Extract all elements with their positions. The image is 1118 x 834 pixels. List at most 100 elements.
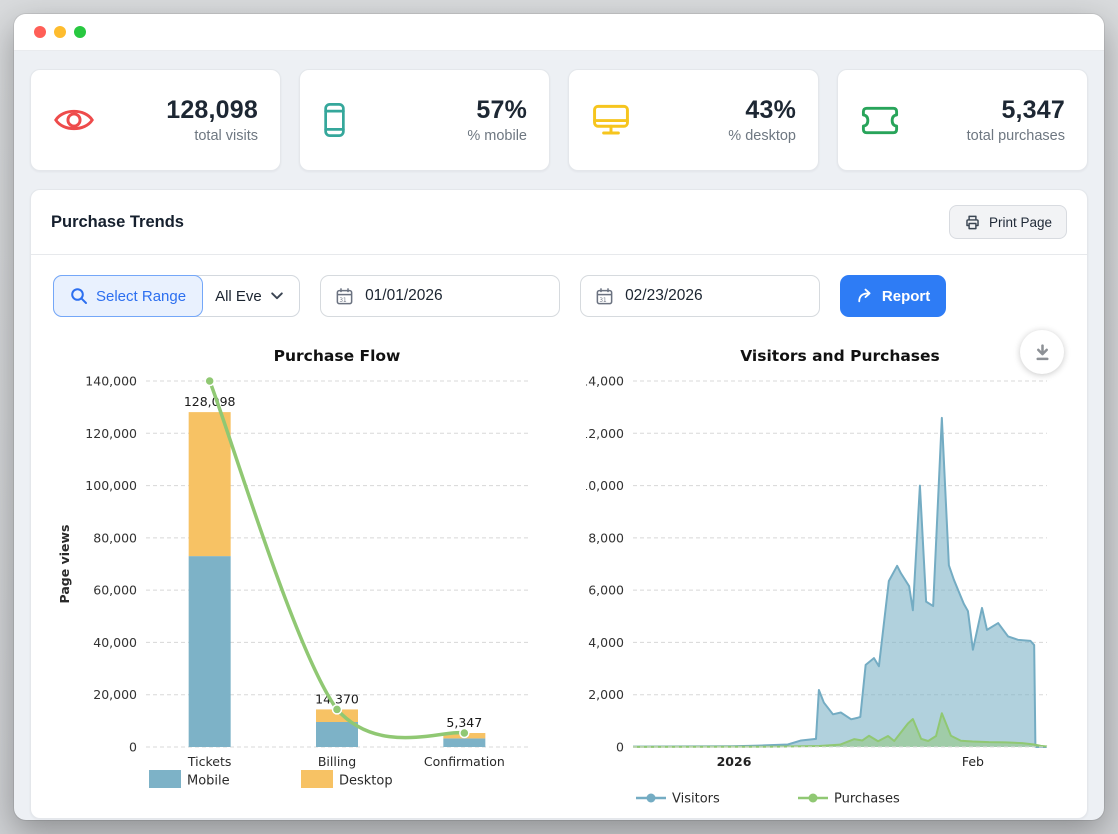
trends-header: Purchase Trends Print Page: [31, 190, 1087, 254]
purchase-flow-chart-container: Purchase FlowPage views020,00040,00060,0…: [49, 333, 564, 813]
flow-y-tick-label: 60,000: [93, 583, 137, 598]
bar-mobile-billing: [316, 722, 358, 747]
legend-item-desktop[interactable]: Desktop: [301, 770, 393, 789]
stat-value: 128,098: [166, 96, 258, 125]
vp-y-tick-label: 6,000: [588, 583, 624, 598]
ticket-icon: [860, 105, 904, 136]
x-tick-label: 2026: [717, 754, 752, 769]
close-window-button[interactable]: [34, 26, 46, 38]
stat-label: total visits: [166, 128, 258, 144]
legend-swatch: [149, 770, 181, 788]
bar-desktop-tickets: [189, 412, 231, 556]
x-category-label: Billing: [318, 754, 356, 769]
stat-card-total-purchases: 5,347 total purchases: [837, 69, 1088, 171]
stat-value: 43%: [728, 96, 796, 125]
legend-swatch: [301, 770, 333, 788]
mobile-phone-icon: [322, 102, 366, 138]
eye-icon: [53, 103, 97, 137]
stat-card-percent-desktop: 43% % desktop: [568, 69, 819, 171]
legend-item-mobile[interactable]: Mobile: [149, 770, 230, 789]
stat-text: 128,098 total visits: [166, 96, 258, 144]
vp-y-tick-label: 14,000: [586, 374, 624, 389]
purchase-trends-card: Purchase Trends Print Page: [30, 189, 1088, 819]
stat-label: total purchases: [967, 128, 1065, 144]
stat-text: 5,347 total purchases: [967, 96, 1065, 144]
print-page-button[interactable]: Print Page: [949, 205, 1067, 239]
vp-y-tick-label: 10,000: [586, 478, 624, 493]
x-category-label: Tickets: [187, 754, 232, 769]
calendar-icon: 31: [335, 287, 354, 306]
minimize-window-button[interactable]: [54, 26, 66, 38]
bar-mobile-confirmation: [443, 738, 485, 747]
section-title: Purchase Trends: [51, 213, 184, 232]
legend-label: Mobile: [187, 774, 230, 789]
x-category-label: Confirmation: [424, 754, 505, 769]
visitors-area: [633, 418, 1047, 747]
stat-text: 57% % mobile: [467, 96, 527, 144]
flow-y-tick-label: 20,000: [93, 687, 137, 702]
legend-item-purchases[interactable]: Purchases: [798, 792, 900, 807]
select-range-label: Select Range: [96, 288, 186, 305]
share-arrow-icon: [856, 288, 874, 304]
zoom-window-button[interactable]: [74, 26, 86, 38]
print-page-label: Print Page: [989, 215, 1052, 230]
desktop: { "stats": [ { "icon": "eye-icon", "colo…: [0, 0, 1118, 834]
line-point-marker: [333, 705, 342, 714]
date-from-input[interactable]: 31 01/01/2026: [320, 275, 560, 317]
line-point-marker: [460, 729, 469, 738]
conversion-line: [210, 381, 465, 738]
flow-y-tick-label: 120,000: [85, 426, 137, 441]
vp-y-tick-label: 0: [616, 740, 624, 755]
chevron-down-icon: [271, 292, 283, 300]
report-label: Report: [882, 288, 930, 305]
line-point-marker: [205, 377, 214, 386]
app-window: 128,098 total visits 57% % mobile: [14, 14, 1104, 820]
legend-label: Purchases: [834, 792, 900, 807]
vp-y-tick-label: 12,000: [586, 426, 624, 441]
vp-y-tick-label: 2,000: [588, 687, 624, 702]
filters-row: Select Range All Eve: [53, 275, 1065, 317]
stat-label: % mobile: [467, 128, 527, 144]
y-axis-title: Page views: [57, 525, 72, 604]
purchase-flow-title: Purchase Flow: [274, 347, 401, 365]
select-range-button[interactable]: Select Range: [53, 275, 203, 317]
date-to-input[interactable]: 31 02/23/2026: [580, 275, 820, 317]
event-select-dropdown[interactable]: All Eve: [202, 276, 299, 316]
window-titlebar: [14, 14, 1104, 51]
stat-card-percent-mobile: 57% % mobile: [299, 69, 550, 171]
date-from-value: 01/01/2026: [365, 287, 443, 305]
bar-value-label: 128,098: [184, 394, 236, 409]
legend-marker: [809, 794, 818, 803]
stat-label: % desktop: [728, 128, 796, 144]
legend-item-visitors[interactable]: Visitors: [636, 792, 720, 807]
report-button[interactable]: Report: [840, 275, 946, 317]
flow-y-tick-label: 100,000: [85, 478, 137, 493]
stat-text: 43% % desktop: [728, 96, 796, 144]
visitors-purchases-title: Visitors and Purchases: [740, 347, 940, 365]
desktop-monitor-icon: [591, 103, 635, 137]
search-icon: [70, 287, 88, 305]
vp-y-tick-label: 8,000: [588, 530, 624, 545]
flow-y-tick-label: 40,000: [93, 635, 137, 650]
page-content: 128,098 total visits 57% % mobile: [14, 51, 1104, 819]
stats-row: 128,098 total visits 57% % mobile: [30, 69, 1088, 171]
legend-label: Desktop: [339, 774, 393, 789]
download-icon: [1033, 343, 1052, 362]
printer-icon: [964, 214, 981, 231]
date-to-value: 02/23/2026: [625, 287, 703, 305]
flow-y-tick-label: 80,000: [93, 530, 137, 545]
stat-value: 5,347: [967, 96, 1065, 125]
flow-y-tick-label: 140,000: [85, 374, 137, 389]
event-select-value: All Eve: [215, 288, 262, 305]
chart-download-button[interactable]: [1020, 330, 1064, 374]
visitors-purchases-chart-container: Visitors and Purchases02,0004,0006,0008,…: [586, 333, 1091, 813]
purchase-flow-chart: Purchase FlowPage views020,00040,00060,0…: [49, 333, 564, 813]
x-tick-label: Feb: [962, 754, 984, 769]
range-filter-group: Select Range All Eve: [53, 275, 300, 317]
legend-marker: [647, 794, 656, 803]
charts-row: Purchase Flow Page views 0 20,000 40,000 60,0…: [31, 333, 1087, 813]
calendar-icon: 31: [595, 287, 614, 306]
header-divider: [31, 254, 1087, 255]
svg-text:31: 31: [339, 297, 347, 303]
legend-label: Visitors: [672, 792, 720, 807]
